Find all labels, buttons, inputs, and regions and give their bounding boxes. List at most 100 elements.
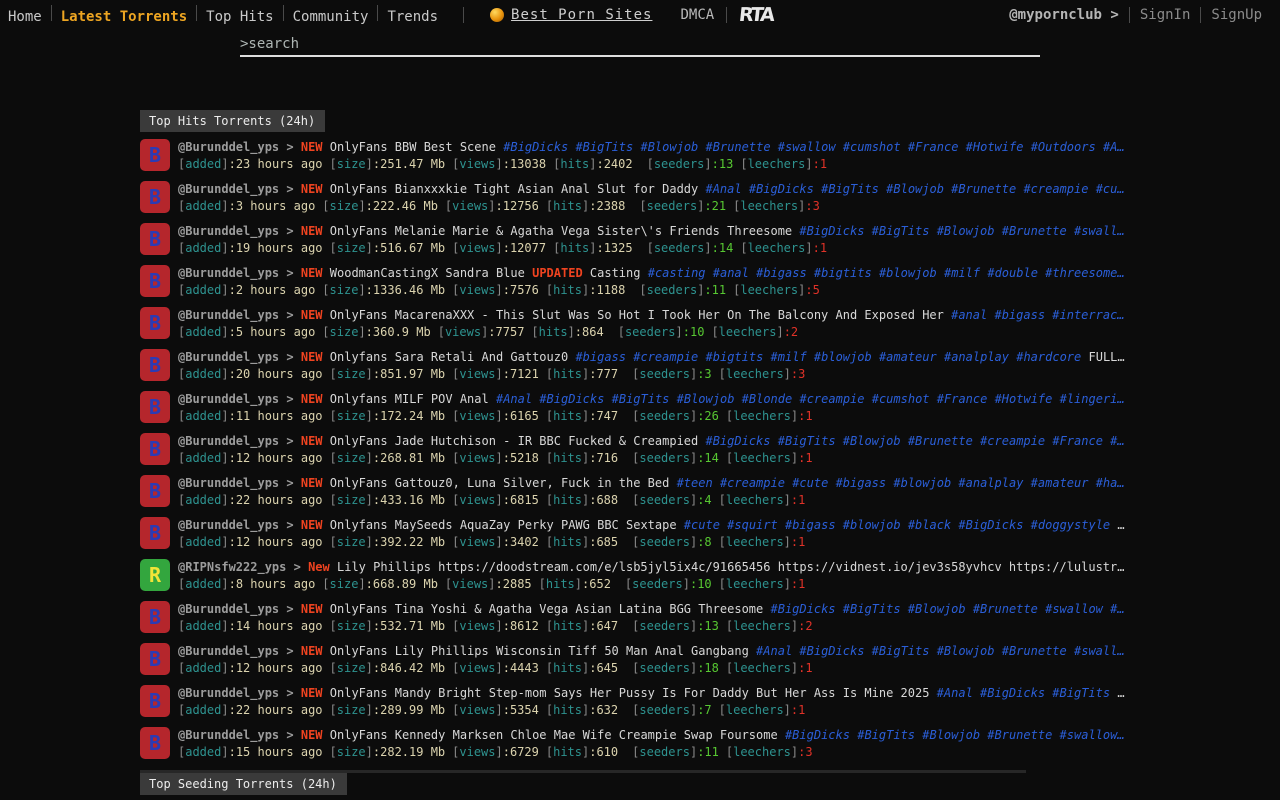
torrent-title[interactable]: OnlyFans Lily Phillips Wisconsin Tiff 50… <box>330 644 749 658</box>
tag-link[interactable]: #Blowjob <box>908 602 966 616</box>
uploader-name[interactable]: @Burunddel_yps <box>178 644 279 658</box>
tag-link[interactable]: #France <box>1052 434 1103 448</box>
uploader-name[interactable]: @Burunddel_yps <box>178 476 279 490</box>
tag-link[interactable]: #BigTits <box>821 182 879 196</box>
uploader-name[interactable]: @Burunddel_yps <box>178 140 279 154</box>
user-avatar[interactable]: B <box>140 727 170 759</box>
tag-link[interactable]: #Blowjob <box>922 728 980 742</box>
tag-link[interactable]: #… <box>1110 602 1124 616</box>
tag-link[interactable]: #BigDicks <box>539 392 604 406</box>
tag-link[interactable]: #Blowjob <box>640 140 698 154</box>
uploader-name[interactable]: @Burunddel_yps <box>178 224 279 238</box>
torrent-title[interactable]: OnlyFans Tina Yoshi & Agatha Vega Asian … <box>330 602 763 616</box>
tag-link[interactable]: #creampie <box>720 476 785 490</box>
torrent-title[interactable]: Lily Phillips https://doodstream.com/e/l… <box>337 560 1124 574</box>
tag-link[interactable]: #bigtits <box>706 350 764 364</box>
tag-link[interactable]: #Brunette <box>908 434 973 448</box>
tag-link[interactable]: #BigTits <box>575 140 633 154</box>
tag-link[interactable]: #swall… <box>1074 224 1125 238</box>
tag-link[interactable]: #amateur <box>879 350 937 364</box>
tag-link[interactable]: #analplay <box>944 350 1009 364</box>
tag-link[interactable]: #BigDicks <box>958 518 1023 532</box>
torrent-title[interactable]: OnlyFans Melanie Marie & Agatha Vega Sis… <box>330 224 792 238</box>
tag-link[interactable]: #swallow… <box>1060 728 1125 742</box>
tag-link[interactable]: #bigass <box>756 266 807 280</box>
torrent-title[interactable]: Onlyfans MaySeeds AquaZay Perky PAWG BBC… <box>330 518 677 532</box>
tag-link[interactable]: #ha… <box>1096 476 1125 490</box>
tag-link[interactable]: #Hotwife <box>995 392 1053 406</box>
tag-link[interactable]: #squirt <box>727 518 778 532</box>
tag-link[interactable]: #BigDicks <box>705 434 770 448</box>
user-avatar[interactable]: B <box>140 139 170 171</box>
tag-link[interactable]: #BigDicks <box>771 602 836 616</box>
tag-link[interactable]: #blowjob <box>814 350 872 364</box>
tag-link[interactable]: #cumshot <box>872 392 930 406</box>
tag-link[interactable]: #creampie <box>980 434 1045 448</box>
tag-link[interactable]: #black <box>908 518 951 532</box>
tag-link[interactable]: #Anal <box>756 644 792 658</box>
uploader-name[interactable]: @Burunddel_yps <box>178 602 279 616</box>
tag-link[interactable]: #Brunette <box>706 140 771 154</box>
torrent-title[interactable]: Onlyfans Sara Retali And Gattouz0 <box>330 350 568 364</box>
user-avatar[interactable]: B <box>140 181 170 213</box>
user-avatar[interactable]: B <box>140 517 170 549</box>
tag-link[interactable]: #doggystyle <box>1031 518 1110 532</box>
user-avatar[interactable]: B <box>140 223 170 255</box>
uploader-name[interactable]: @Burunddel_yps <box>178 266 279 280</box>
tag-link[interactable]: #Anal <box>937 686 973 700</box>
tag-link[interactable]: #swallow <box>1045 602 1103 616</box>
signup-link[interactable]: SignUp <box>1201 7 1272 23</box>
tag-link[interactable]: #anal <box>713 266 749 280</box>
tag-link[interactable]: #blowjob <box>843 518 901 532</box>
nav-item-top-hits[interactable]: Top Hits <box>197 9 282 25</box>
torrent-title[interactable]: OnlyFans Gattouz0, Luna Silver, Fuck in … <box>330 476 670 490</box>
nav-item-latest-torrents[interactable]: Latest Torrents <box>52 9 196 25</box>
tag-link[interactable]: #creampie <box>1023 182 1088 196</box>
tag-link[interactable]: #Hotwife <box>966 140 1024 154</box>
user-avatar[interactable]: B <box>140 307 170 339</box>
torrent-title[interactable]: Casting <box>590 266 641 280</box>
account-menu[interactable]: @mypornclub > <box>1009 7 1129 23</box>
tag-link[interactable]: #cumshot <box>843 140 901 154</box>
torrent-title[interactable]: OnlyFans Kennedy Marksen Chloe Mae Wife … <box>330 728 778 742</box>
tag-link[interactable]: #threesome… <box>1045 266 1124 280</box>
torrent-title[interactable]: OnlyFans Bianxxxkie Tight Asian Anal Slu… <box>330 182 698 196</box>
tag-link[interactable]: #Brunette <box>973 602 1038 616</box>
tag-link[interactable]: #Blonde <box>742 392 793 406</box>
uploader-name[interactable]: @Burunddel_yps <box>178 392 279 406</box>
uploader-name[interactable]: @Burunddel_yps <box>178 728 279 742</box>
tag-link[interactable]: #BigDicks <box>980 686 1045 700</box>
torrent-title[interactable]: OnlyFans Mandy Bright Step-mom Says Her … <box>330 686 930 700</box>
user-avatar[interactable]: B <box>140 685 170 717</box>
tag-link[interactable]: #bigass <box>785 518 836 532</box>
tag-link[interactable]: #Outdoors <box>1031 140 1096 154</box>
tag-link[interactable]: #amateur <box>1031 476 1089 490</box>
rta-logo[interactable]: RTA <box>738 4 774 26</box>
tag-link[interactable]: #Blowjob <box>937 224 995 238</box>
tag-link[interactable]: #bigass <box>836 476 887 490</box>
tag-link[interactable]: #creampie <box>633 350 698 364</box>
user-avatar[interactable]: B <box>140 391 170 423</box>
tag-link[interactable]: #Brunette <box>1002 224 1067 238</box>
tag-link[interactable]: #BigTits <box>612 392 670 406</box>
user-avatar[interactable]: B <box>140 475 170 507</box>
tag-link[interactable]: #swall… <box>1074 644 1125 658</box>
user-avatar[interactable]: R <box>140 559 170 591</box>
torrent-title[interactable]: OnlyFans MacarenaXXX - This Slut Was So … <box>330 308 944 322</box>
user-avatar[interactable]: B <box>140 433 170 465</box>
tag-link[interactable]: #double <box>987 266 1038 280</box>
user-avatar[interactable]: B <box>140 265 170 297</box>
uploader-name[interactable]: @Burunddel_yps <box>178 350 279 364</box>
tag-link[interactable]: #BigTits <box>1052 686 1110 700</box>
tag-link[interactable]: #analplay <box>958 476 1023 490</box>
user-avatar[interactable]: B <box>140 601 170 633</box>
tag-link[interactable]: #interrac… <box>1052 308 1124 322</box>
tag-link[interactable]: #BigDicks <box>749 182 814 196</box>
tag-link[interactable]: #creampie <box>799 392 864 406</box>
tag-link[interactable]: #BigTits <box>872 644 930 658</box>
tag-link[interactable]: #Brunette <box>951 182 1016 196</box>
best-porn-sites-link[interactable]: Best Porn Sites <box>511 7 652 23</box>
tag-link[interactable]: #blowjob <box>893 476 951 490</box>
torrent-title[interactable]: Onlyfans MILF POV Anal <box>330 392 489 406</box>
tag-link[interactable]: #cute <box>684 518 720 532</box>
